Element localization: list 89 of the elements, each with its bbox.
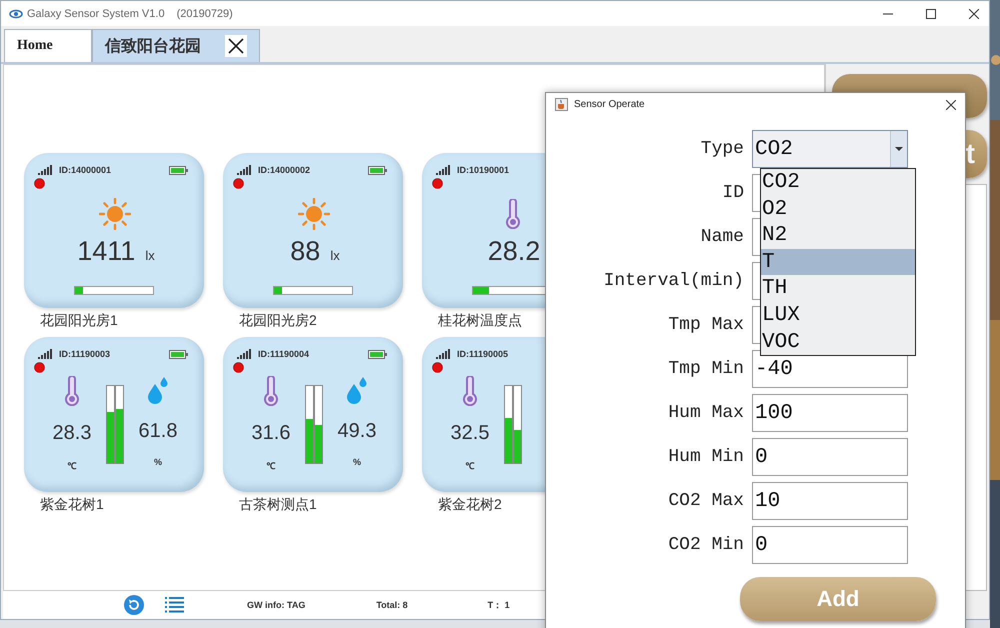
field-label: Name — [700, 227, 745, 247]
sensor-name: 花园阳光房2 — [239, 312, 318, 330]
dropdown-option[interactable]: N2 — [761, 222, 915, 249]
dropdown-option[interactable]: CO2 — [761, 169, 915, 196]
refresh-icon[interactable] — [124, 595, 144, 615]
input-field[interactable]: 0 — [752, 438, 908, 476]
sensor-id: ID:11190004 — [258, 349, 310, 359]
sensor-card[interactable]: ID:11190004 31.6 ℃ 49.3 % — [223, 337, 403, 492]
signal-icon — [436, 165, 450, 175]
close-icon[interactable] — [969, 8, 979, 18]
tab[interactable]: Home — [4, 29, 92, 62]
sensor-name: 紫金花树1 — [40, 496, 105, 514]
close-icon[interactable] — [946, 100, 956, 110]
maximize-icon[interactable] — [926, 8, 936, 18]
input-field[interactable]: 0 — [752, 526, 908, 564]
t-count: T： 1 — [488, 598, 510, 612]
input-field[interactable]: 10 — [752, 482, 908, 520]
build-date: (20190729) — [176, 8, 233, 20]
sensor-card[interactable]: ID:11190003 28.3 ℃ 61.8 % — [24, 337, 204, 492]
window-title: Galaxy Sensor System V1.0 — [27, 8, 165, 20]
status-dot — [432, 178, 443, 189]
signal-icon — [237, 349, 251, 359]
sensor-card[interactable]: ID:14000001 1411 lx — [24, 153, 204, 308]
signal-icon — [237, 165, 251, 175]
thermometer-icon — [462, 376, 478, 406]
field-label: CO2 Max — [667, 491, 745, 511]
unit-label: lx — [330, 248, 340, 263]
field-label: Tmp Min — [667, 359, 745, 379]
sensor-name: 紫金花树2 — [438, 496, 503, 514]
sensor-name: 古茶树测点1 — [239, 496, 318, 514]
signal-icon — [436, 349, 450, 359]
field-label: Type — [700, 139, 745, 159]
signal-icon — [38, 165, 52, 175]
gateway-info: GW info: TAG — [247, 600, 306, 610]
unit-label: ℃ — [68, 460, 76, 472]
temperature-value: 28.3 — [52, 422, 92, 445]
unit-label: ℃ — [266, 460, 276, 472]
signal-icon — [38, 349, 52, 359]
temperature-value: 31.6 — [252, 422, 290, 445]
status-dot — [34, 178, 45, 189]
dropdown-option[interactable]: TH — [761, 275, 915, 302]
dropdown-option[interactable]: T — [761, 248, 915, 276]
field-label: ID — [721, 183, 745, 203]
eye-logo-icon — [9, 8, 23, 18]
thermometer-icon — [64, 376, 80, 406]
thermometer-icon — [505, 199, 521, 229]
status-dot — [233, 362, 244, 373]
sensor-id: ID:14000002 — [258, 165, 310, 175]
humidity-value: 49.3 — [338, 420, 376, 443]
sensor-id: ID:11190005 — [457, 349, 508, 359]
caret-icon[interactable] — [890, 131, 907, 167]
status-dot — [34, 362, 45, 373]
dropdown-option[interactable]: LUX — [761, 302, 915, 329]
list-icon[interactable] — [165, 597, 184, 613]
close-icon[interactable] — [225, 35, 247, 57]
field-label: Tmp Max — [667, 315, 745, 335]
sensor-name: 花园阳光房1 — [40, 312, 119, 330]
unit-label: % — [352, 457, 361, 467]
cup-icon — [555, 98, 568, 111]
tab[interactable]: 信致阳台花园 — [92, 29, 260, 62]
sensor-value: 28.2 — [488, 236, 540, 267]
field-label: Hum Min — [667, 447, 745, 467]
input-field[interactable]: 100 — [752, 394, 908, 432]
sensor-id: ID:10190001 — [457, 165, 510, 175]
sun-icon — [99, 198, 131, 230]
type-dropdown[interactable]: CO2 — [752, 130, 908, 168]
unit-label: % — [154, 457, 162, 467]
total-count: Total: 8 — [376, 600, 408, 610]
status-dot — [432, 362, 443, 373]
sensor-card[interactable]: ID:14000002 88 lx — [223, 153, 403, 308]
water-drops-icon — [346, 376, 368, 404]
sensor-value: 88 — [290, 236, 320, 267]
unit-label: lx — [145, 248, 155, 263]
temperature-value: 32.5 — [450, 422, 490, 445]
dialog-title: Sensor Operate — [574, 99, 645, 110]
field-label: CO2 Min — [667, 535, 745, 555]
field-label: Hum Max — [667, 403, 745, 423]
status-dot — [233, 178, 244, 189]
sensor-id: ID:14000001 — [59, 165, 112, 175]
sensor-name: 桂花树温度点 — [438, 312, 523, 330]
sensor-value: 1411 — [77, 236, 136, 267]
water-drops-icon — [147, 376, 169, 404]
sun-icon — [298, 198, 330, 230]
sensor-id: ID:11190003 — [59, 349, 110, 359]
field-label: Interval(min) — [602, 271, 745, 291]
humidity-value: 61.8 — [138, 420, 178, 443]
unit-label: ℃ — [466, 460, 474, 472]
thermometer-icon — [263, 376, 279, 406]
dropdown-option[interactable]: O2 — [761, 196, 915, 222]
